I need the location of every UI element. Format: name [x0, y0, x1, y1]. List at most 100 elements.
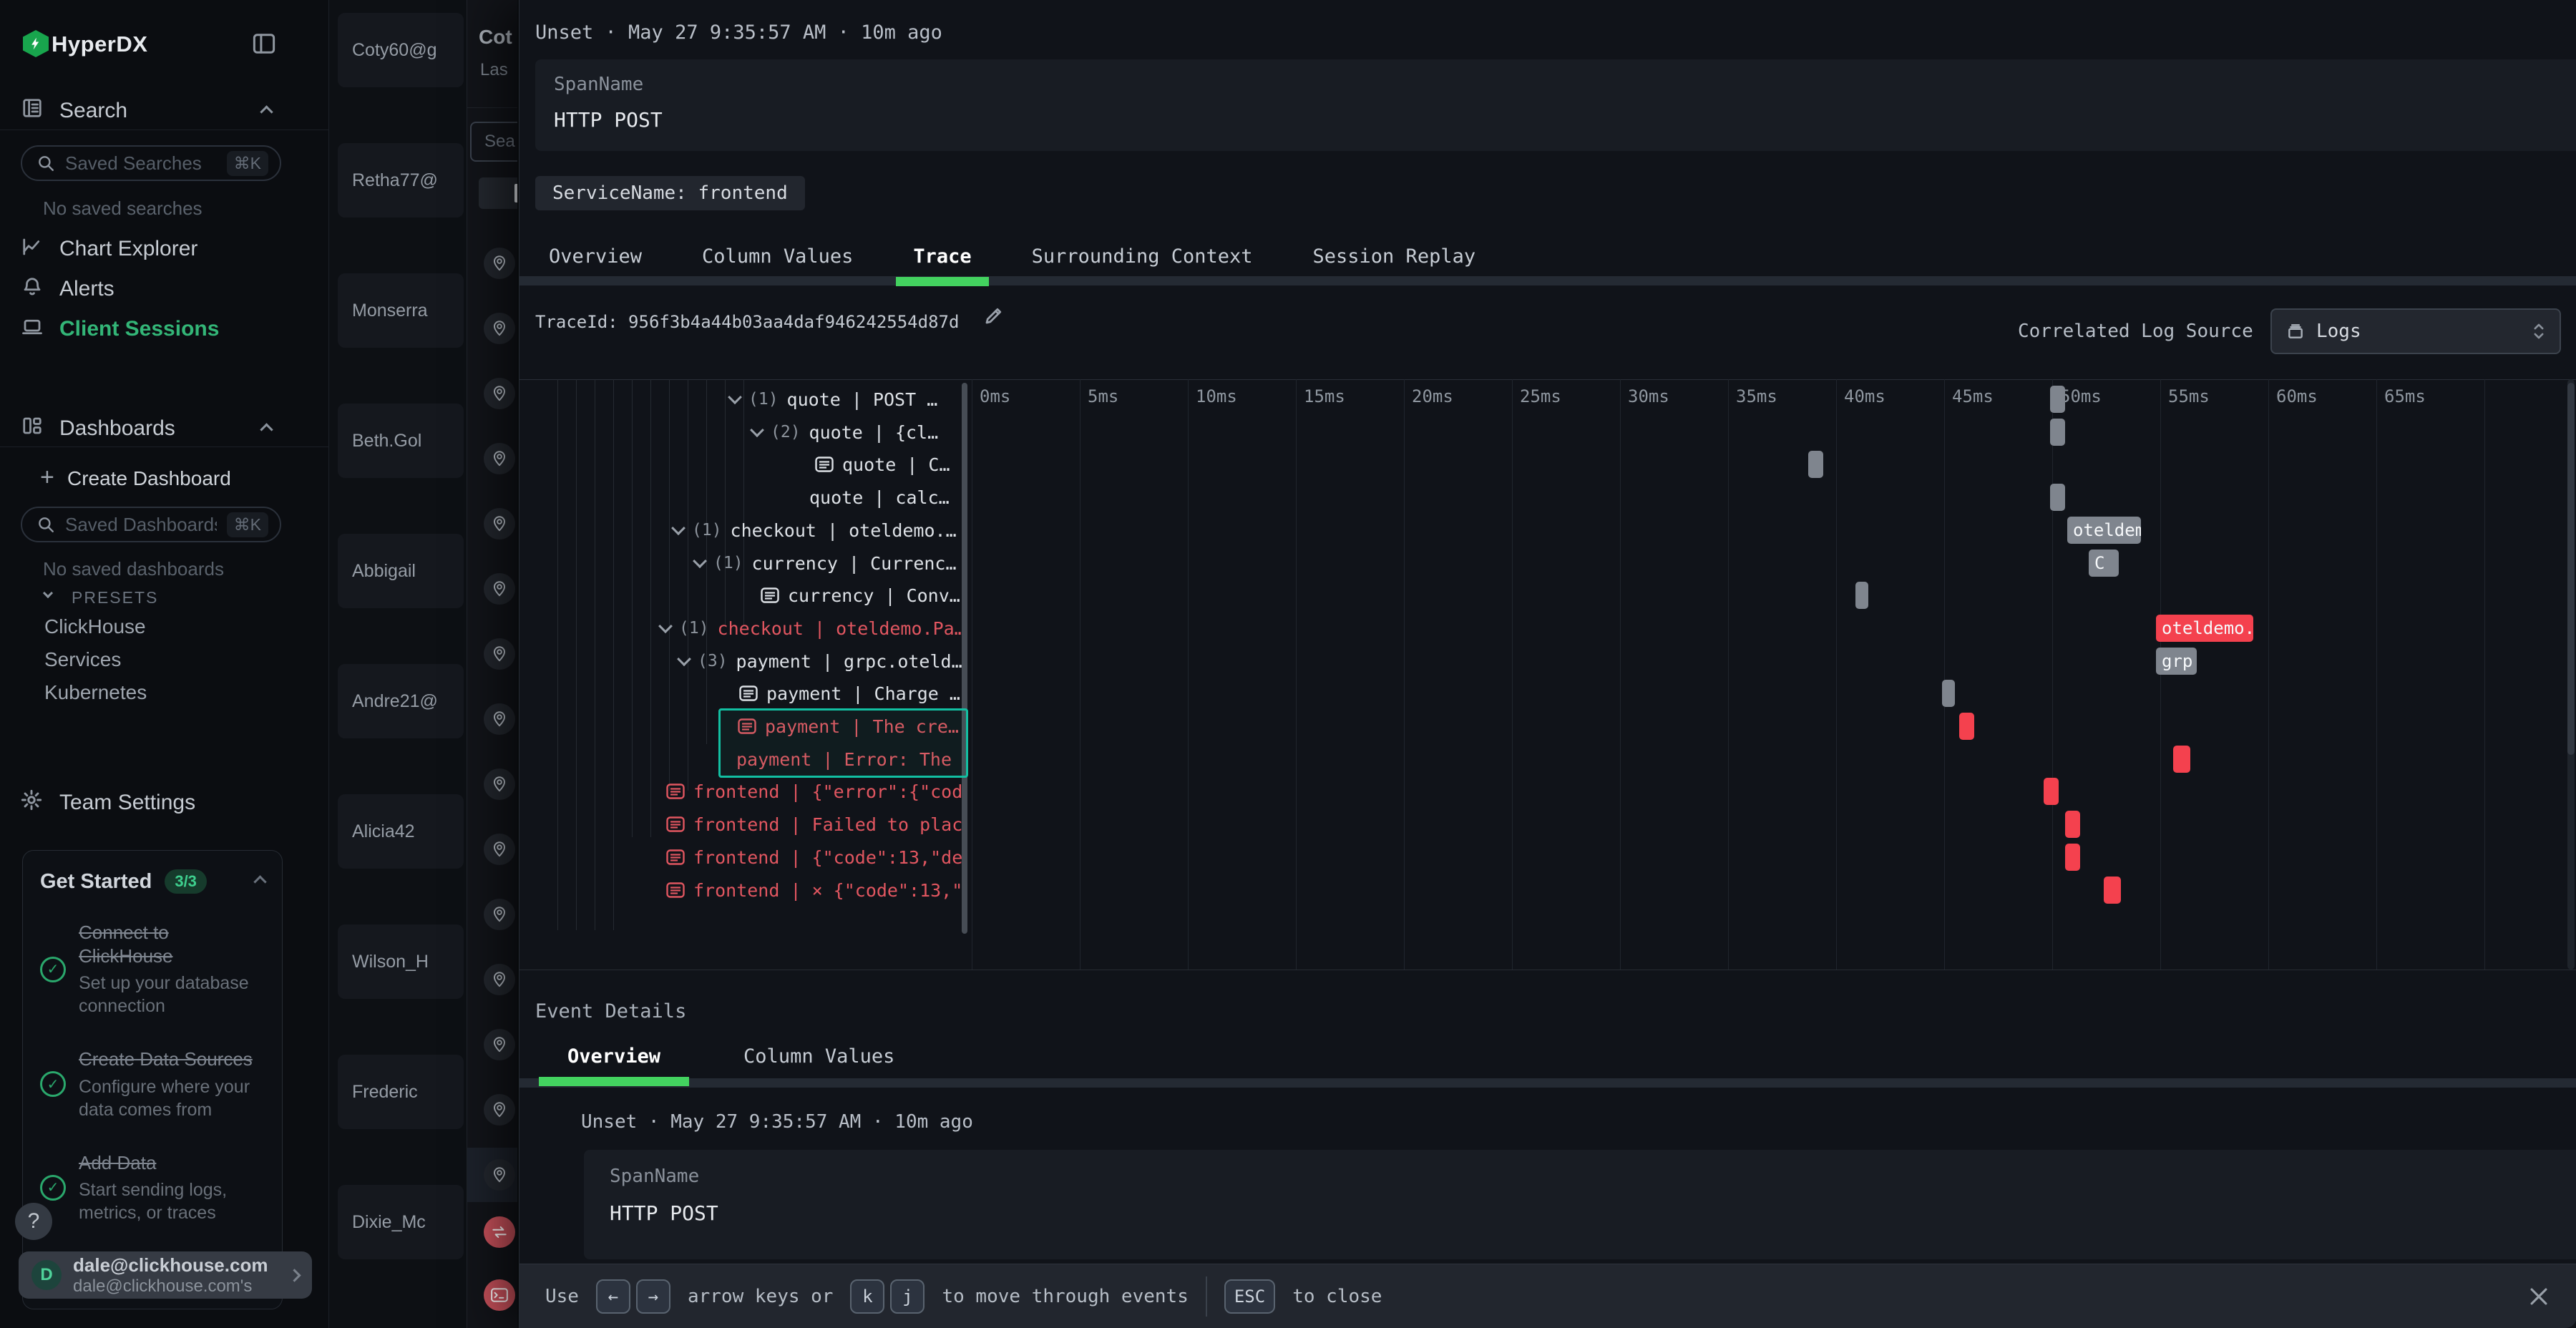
event-marker-icon[interactable] — [484, 508, 515, 540]
event-marker-icon[interactable] — [484, 1159, 515, 1191]
trace-tree-row[interactable]: (3) payment | grpc.oteld… — [519, 645, 962, 678]
span-duration-bar[interactable]: grp — [2156, 648, 2197, 675]
span-duration-bar[interactable] — [1942, 680, 1955, 707]
sidebar-item-alerts[interactable]: Alerts — [59, 277, 114, 301]
chevron-down-icon[interactable] — [677, 652, 691, 666]
event-details-tab[interactable]: Overview — [539, 1036, 689, 1076]
span-duration-bar[interactable] — [1855, 582, 1868, 609]
trace-tree-row[interactable]: (1) checkout | oteldemo.… — [519, 514, 962, 547]
create-dashboard-button[interactable]: Create Dashboard — [67, 467, 231, 490]
session-list-item[interactable]: Coty60@g — [338, 13, 464, 87]
span-duration-bar[interactable] — [1808, 451, 1823, 478]
trace-tree-row[interactable]: currency | Conv… — [519, 579, 962, 612]
event-marker-icon[interactable] — [484, 1216, 515, 1248]
event-marker-icon[interactable] — [484, 1029, 515, 1060]
get-started-item[interactable]: ✓ Add Data Start sending logs, metrics, … — [40, 1151, 265, 1225]
user-menu[interactable]: D dale@clickhouse.com dale@clickhouse.co… — [19, 1251, 312, 1299]
event-marker-icon[interactable] — [484, 1094, 515, 1126]
trace-tree-row[interactable]: quote | C… — [519, 448, 962, 481]
event-marker-icon[interactable] — [484, 573, 515, 605]
preset-dashboard-link[interactable]: ClickHouse — [44, 615, 147, 638]
panel-search-input[interactable]: Sea — [470, 122, 517, 162]
sidebar-item-chart-explorer[interactable]: Chart Explorer — [59, 237, 197, 261]
span-duration-bar[interactable]: oteldemo. — [2067, 517, 2141, 544]
event-marker-icon[interactable] — [484, 443, 515, 474]
event-marker-icon[interactable] — [484, 703, 515, 735]
span-duration-bar[interactable] — [2050, 484, 2065, 511]
get-started-item[interactable]: ✓ Create Data Sources Configure where yo… — [40, 1048, 265, 1121]
trace-tree-row[interactable]: frontend | Failed to place… — [519, 808, 962, 841]
tree-scrollbar[interactable] — [962, 383, 967, 934]
trace-tree-row[interactable]: frontend | {"code":13,"det… — [519, 841, 962, 874]
panel-tab[interactable]: Trace — [896, 236, 988, 276]
panel-button[interactable] — [479, 177, 517, 209]
event-marker-icon[interactable] — [484, 248, 515, 279]
trace-tree-row[interactable]: (1) currency | Currenc… — [519, 547, 962, 580]
sidebar-item-team-settings[interactable]: Team Settings — [59, 791, 195, 815]
saved-searches-input[interactable]: Saved Searches ⌘K — [21, 145, 281, 181]
span-duration-bar[interactable] — [2050, 419, 2065, 446]
waterfall-scrollbar-thumb[interactable] — [2567, 383, 2575, 755]
session-list-item[interactable]: Frederic — [338, 1055, 464, 1129]
session-list-item[interactable]: Alicia42 — [338, 794, 464, 869]
span-duration-bar[interactable] — [2104, 877, 2121, 904]
event-details-tab[interactable]: Column Values — [715, 1036, 923, 1076]
trace-tree-row[interactable]: (1) checkout | oteldemo.Pa… — [519, 612, 962, 645]
span-duration-bar[interactable] — [2044, 778, 2059, 805]
sidebar-item-client-sessions[interactable]: Client Sessions — [59, 317, 219, 341]
chevron-down-icon[interactable] — [693, 554, 707, 568]
preset-dashboard-link[interactable]: Services — [44, 648, 147, 671]
chevron-down-icon[interactable] — [43, 588, 53, 598]
edit-trace-id-icon[interactable] — [983, 305, 1005, 330]
chevron-up-icon[interactable] — [260, 423, 273, 436]
span-duration-bar[interactable] — [2065, 844, 2080, 871]
panel-tab[interactable]: Surrounding Context — [1015, 236, 1270, 276]
event-marker-icon[interactable] — [484, 768, 515, 800]
log-source-select[interactable]: Logs — [2270, 308, 2561, 354]
session-list-item[interactable]: Wilson_H — [338, 924, 464, 999]
chevron-up-icon[interactable] — [253, 875, 266, 888]
session-list-item[interactable]: Beth.Gol — [338, 404, 464, 478]
sidebar-item-search[interactable]: Search — [59, 99, 127, 123]
chevron-down-icon[interactable] — [750, 423, 764, 437]
trace-tree-row[interactable]: frontend | {"error":{"code… — [519, 775, 962, 808]
collapse-sidebar-icon[interactable] — [252, 33, 276, 58]
preset-dashboard-link[interactable]: Kubernetes — [44, 681, 147, 704]
session-list-item[interactable]: Abbigail — [338, 534, 464, 608]
presets-header[interactable]: PRESETS — [72, 588, 158, 607]
chevron-down-icon[interactable] — [671, 521, 686, 535]
close-icon[interactable] — [2527, 1284, 2551, 1309]
get-started-item[interactable]: ✓ Connect to ClickHouse Set up your data… — [40, 921, 265, 1017]
event-marker-icon[interactable] — [484, 1279, 515, 1311]
trace-tree-row[interactable]: (2) quote | {cl… — [519, 416, 962, 449]
event-marker-icon[interactable] — [484, 378, 515, 409]
trace-tree-row[interactable]: quote | calc… — [519, 481, 962, 514]
chevron-down-icon[interactable] — [728, 390, 742, 404]
span-duration-bar[interactable] — [2173, 746, 2190, 773]
chevron-down-icon[interactable] — [658, 619, 673, 633]
help-button[interactable]: ? — [15, 1203, 52, 1240]
session-list-item[interactable]: Retha77@ — [338, 143, 464, 218]
event-marker-icon[interactable] — [484, 834, 515, 865]
event-marker-icon[interactable] — [484, 638, 515, 670]
session-list-item[interactable]: Monserra — [338, 273, 464, 348]
panel-tab[interactable]: Column Values — [685, 236, 870, 276]
span-duration-bar[interactable]: oteldemo. — [2156, 615, 2253, 642]
span-duration-bar[interactable]: C — [2089, 550, 2119, 577]
trace-tree-row[interactable]: frontend | × {"code":13,"d… — [519, 874, 962, 907]
trace-tree-row[interactable]: payment | Charge … — [519, 677, 962, 710]
panel-tab[interactable]: Overview — [532, 236, 659, 276]
event-marker-icon[interactable] — [484, 313, 515, 344]
service-name-tag[interactable]: ServiceName: frontend — [535, 176, 805, 210]
span-duration-bar[interactable] — [2065, 811, 2080, 838]
chevron-up-icon[interactable] — [260, 105, 273, 118]
session-list-item[interactable]: Dixie_Mc — [338, 1185, 464, 1259]
event-marker-icon[interactable] — [484, 964, 515, 995]
event-marker-icon[interactable] — [484, 899, 515, 930]
panel-tab[interactable]: Session Replay — [1296, 236, 1493, 276]
span-duration-bar[interactable] — [1959, 713, 1974, 740]
sidebar-item-dashboards[interactable]: Dashboards — [59, 416, 175, 441]
trace-tree-row[interactable]: (1) quote | POST … — [519, 383, 962, 416]
span-duration-bar[interactable] — [2050, 386, 2065, 413]
session-list-item[interactable]: Andre21@ — [338, 664, 464, 738]
